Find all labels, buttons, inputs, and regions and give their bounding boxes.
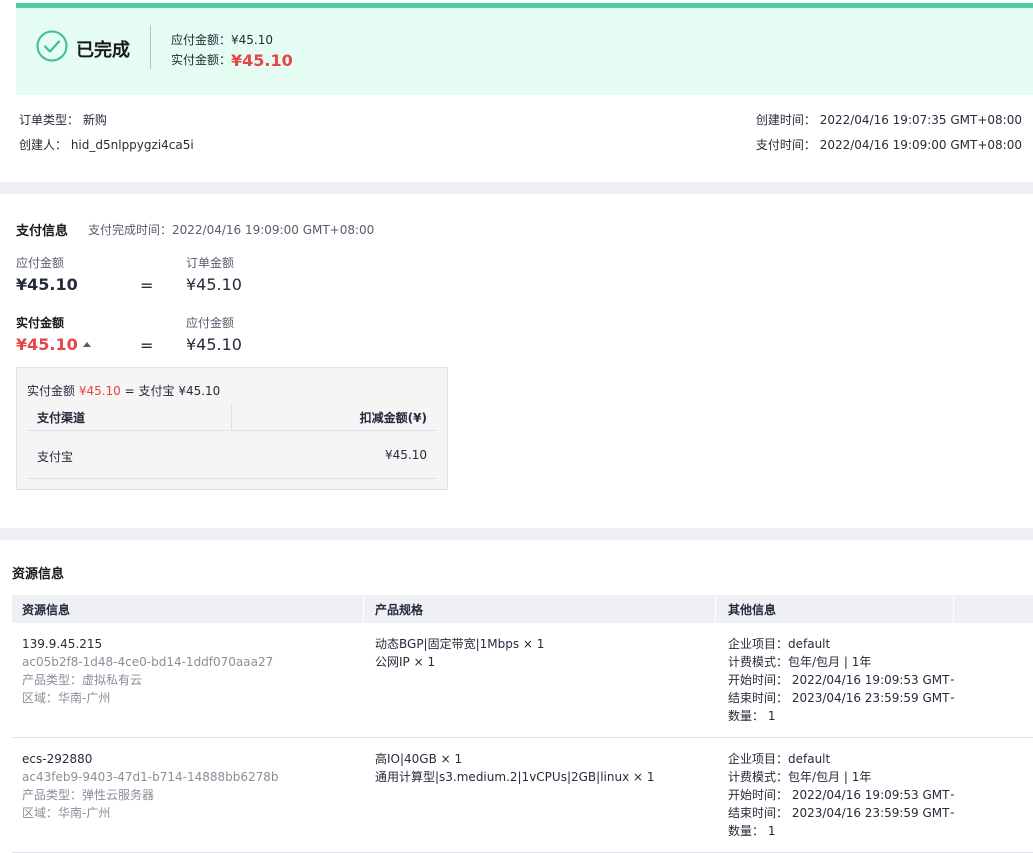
col-resource: 资源信息: [22, 603, 71, 617]
enterprise-project: 企业项目：default: [728, 752, 831, 766]
paid-amount-toggle[interactable]: ¥45.10: [16, 335, 91, 354]
col-deduct-amount: 扣减金额(¥): [359, 411, 427, 425]
payment-complete-time: 支付完成时间：2022/04/16 19:09:00 GMT+08:00: [88, 223, 375, 237]
resource-product-type: 产品类型：弹性云服务器: [22, 788, 155, 802]
due-amount: ¥45.10: [186, 335, 242, 354]
status-banner: 已完成 应付金额：¥45.10 实付金额：¥45.10: [16, 3, 1033, 95]
section-divider: [0, 182, 1033, 194]
order-created-time: 创建时间： 2022/04/16 19:07:35 GMT+08:00: [755, 113, 1022, 127]
payment-info-title: 支付信息: [16, 224, 69, 239]
amount-cell: ¥45.10: [385, 448, 427, 462]
billing-mode: 计费模式：包年/包月 | 1年: [728, 770, 872, 784]
equals-sign: =: [140, 276, 154, 295]
end-time: 结束时间： 2023/04/16 23:59:59 GMT+08:00: [728, 691, 954, 705]
resource-id: ac05b2f8-1d48-4ce0-bd14-1ddf070aaa27: [22, 655, 274, 669]
resource-id: ac43feb9-9403-47d1-b714-14888bb6278b: [22, 770, 279, 784]
order-creator: 创建人： hid_d5nlppygzi4ca5i: [19, 138, 194, 152]
resource-table-header: 资源信息 产品规格 其他信息: [12, 595, 1033, 623]
col-channel: 支付渠道: [37, 411, 86, 425]
order-type: 订单类型： 新购: [19, 113, 107, 127]
breakdown-table: 支付渠道 扣减金额(¥) 支付宝 ¥45.10: [27, 403, 437, 479]
resource-name: 139.9.45.215: [22, 637, 103, 651]
start-time: 开始时间： 2022/04/16 19:09:53 GMT+08:00: [728, 673, 954, 687]
paid-amount-label: 实付金额：: [171, 53, 232, 67]
end-time: 结束时间： 2023/04/16 23:59:59 GMT+08:00: [728, 806, 954, 820]
spec-line: 动态BGP|固定带宽|1Mbps × 1: [375, 637, 545, 651]
resource-cell: 139.9.45.215 ac05b2f8-1d48-4ce0-bd14-1dd…: [22, 635, 362, 707]
col-spec: 产品规格: [375, 603, 424, 617]
breakdown-summary: 实付金额 ¥45.10 = 支付宝 ¥45.10: [27, 382, 220, 399]
table-header: 支付渠道 扣减金额(¥): [27, 403, 437, 431]
spec-line: 公网IP × 1: [375, 655, 436, 669]
divider: [150, 25, 151, 69]
billing-mode: 计费模式：包年/包月 | 1年: [728, 655, 872, 669]
resource-info-title: 资源信息: [12, 567, 65, 582]
payable-label: 应付金额: [16, 256, 65, 270]
channel-cell: 支付宝: [37, 450, 74, 464]
column-separator: [231, 403, 232, 431]
summary-amount: ¥45.10: [78, 384, 121, 398]
paid-label: 实付金额: [16, 316, 65, 330]
resource-region: 区域：华南-广州: [22, 806, 111, 820]
column-separator: [953, 595, 954, 623]
spec-line: 高IO|40GB × 1: [375, 752, 463, 766]
summary-prefix: 实付金额: [27, 384, 79, 398]
order-paid-time: 支付时间： 2022/04/16 19:09:00 GMT+08:00: [755, 138, 1022, 152]
order-status: 已完成: [76, 40, 130, 61]
col-other: 其他信息: [728, 603, 777, 617]
column-separator: [363, 595, 364, 623]
table-row: ecs-292880 ac43feb9-9403-47d1-b714-14888…: [12, 738, 1033, 853]
other-cell: 企业项目：default 计费模式：包年/包月 | 1年 开始时间： 2022/…: [728, 750, 954, 840]
check-circle-icon: [36, 30, 68, 62]
enterprise-project: 企业项目：default: [728, 637, 831, 651]
other-cell: 企业项目：default 计费模式：包年/包月 | 1年 开始时间： 2022/…: [728, 635, 954, 725]
quantity: 数量： 1: [728, 709, 776, 723]
paid-amount-value: ¥45.10: [231, 51, 293, 70]
caret-up-icon: [82, 342, 91, 347]
column-separator: [715, 595, 716, 623]
resource-product-type: 产品类型：虚拟私有云: [22, 673, 143, 687]
payable-amount-line: 应付金额：¥45.10: [171, 33, 273, 47]
payable-amount: ¥45.10: [16, 275, 78, 294]
start-time: 开始时间： 2022/04/16 19:09:53 GMT+08:00: [728, 788, 954, 802]
spec-cell: 高IO|40GB × 1 通用计算型|s3.medium.2|1vCPUs|2G…: [375, 750, 715, 786]
resource-region: 区域：华南-广州: [22, 691, 111, 705]
paid-amount: ¥45.10: [16, 335, 78, 354]
table-row: 支付宝 ¥45.10: [27, 431, 437, 479]
resource-cell: ecs-292880 ac43feb9-9403-47d1-b714-14888…: [22, 750, 362, 822]
due-amount-label: 应付金额: [186, 316, 235, 330]
summary-suffix: = 支付宝 ¥45.10: [120, 384, 221, 398]
payment-breakdown-popover: 实付金额 ¥45.10 = 支付宝 ¥45.10 支付渠道 扣减金额(¥) 支付…: [16, 367, 448, 490]
order-amount: ¥45.10: [186, 275, 242, 294]
equals-sign: =: [140, 336, 154, 355]
table-row: 139.9.45.215 ac05b2f8-1d48-4ce0-bd14-1dd…: [12, 623, 1033, 738]
spec-cell: 动态BGP|固定带宽|1Mbps × 1 公网IP × 1: [375, 635, 715, 671]
paid-amount-line: 实付金额：¥45.10: [171, 51, 293, 70]
spec-line: 通用计算型|s3.medium.2|1vCPUs|2GB|linux × 1: [375, 770, 655, 784]
resource-name: ecs-292880: [22, 752, 93, 766]
quantity: 数量： 1: [728, 824, 776, 838]
section-divider: [0, 528, 1033, 540]
order-amount-label: 订单金额: [186, 256, 235, 270]
